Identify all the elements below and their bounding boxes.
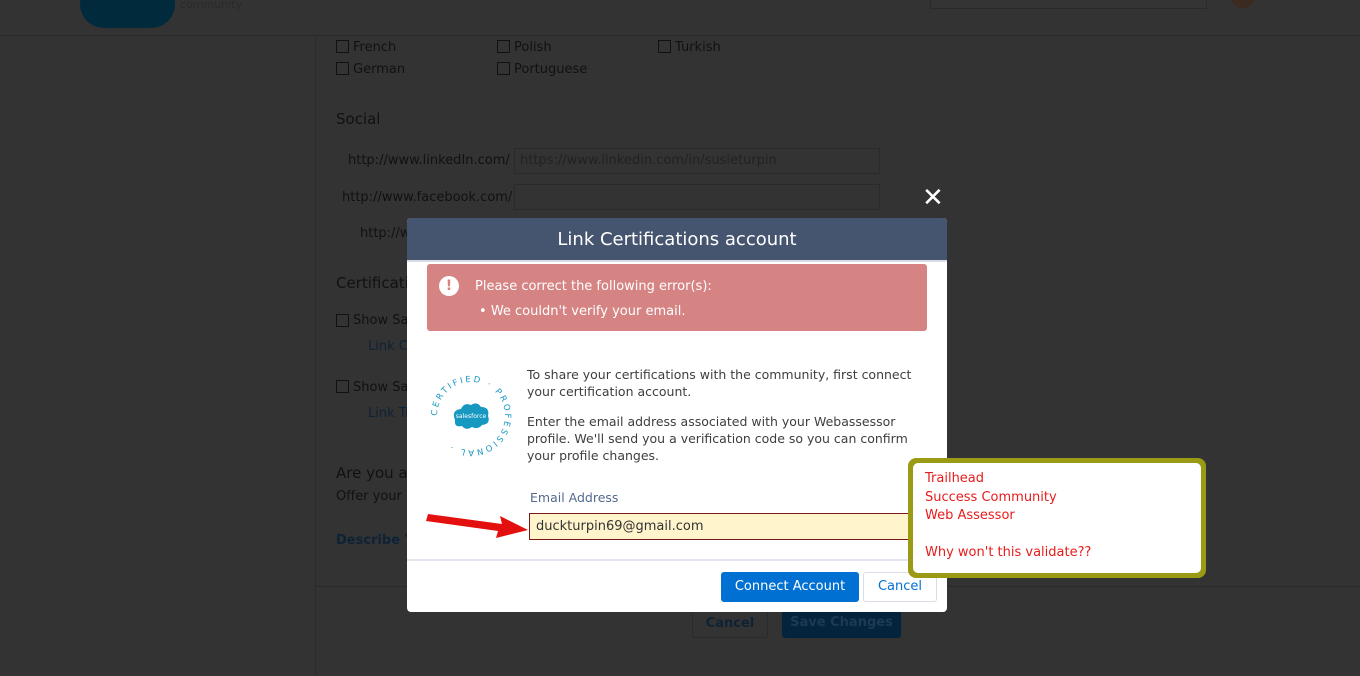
label-polish: Polish bbox=[514, 40, 552, 55]
expert-subtext: Offer your d bbox=[336, 489, 415, 504]
label-german: German bbox=[353, 62, 406, 77]
social-heading: Social bbox=[336, 110, 381, 128]
error-icon: ! bbox=[439, 276, 459, 296]
show-trail-label: Show Sal bbox=[353, 380, 413, 395]
linkedin-input[interactable]: https://www.linkedin.com/in/susieturpin bbox=[514, 148, 880, 174]
save-changes-button[interactable]: Save Changes bbox=[782, 608, 901, 638]
logo-subtitle: community bbox=[180, 0, 243, 11]
label-french: French bbox=[353, 40, 397, 55]
description-email: Enter the email address associated with … bbox=[527, 414, 908, 463]
link-certifications-modal: Link Certifications account ! Please cor… bbox=[407, 218, 947, 612]
salesforce-logo[interactable] bbox=[80, 0, 175, 28]
error-title: Please correct the following error(s): bbox=[475, 279, 712, 294]
page-cancel-button[interactable]: Cancel bbox=[692, 608, 768, 638]
label-turkish: Turkish bbox=[675, 40, 721, 55]
label-portuguese: Portuguese bbox=[514, 62, 588, 77]
show-cert-label: Show Sal bbox=[353, 313, 413, 328]
show-trail-checkbox[interactable] bbox=[336, 380, 349, 393]
svg-text:salesforce: salesforce bbox=[456, 413, 487, 420]
facebook-label: http://www.facebook.com/ bbox=[342, 190, 513, 205]
search-input[interactable] bbox=[930, 0, 1207, 9]
note-line: Web Assessor bbox=[925, 508, 1015, 523]
email-label: Email Address bbox=[530, 490, 619, 505]
red-arrow-icon bbox=[426, 514, 528, 538]
checkbox-french[interactable] bbox=[336, 40, 349, 53]
connect-account-button[interactable]: Connect Account bbox=[721, 572, 859, 602]
description-connect: To share your certifications with the co… bbox=[527, 367, 912, 399]
email-input[interactable]: duckturpin69@gmail.com bbox=[529, 513, 929, 540]
checkbox-portuguese[interactable] bbox=[497, 62, 510, 75]
checkbox-german[interactable] bbox=[336, 62, 349, 75]
error-alert: ! Please correct the following error(s):… bbox=[427, 264, 927, 331]
note-line bbox=[925, 526, 1189, 545]
link-trail-link[interactable]: Link Tr bbox=[368, 406, 410, 421]
certified-professional-badge-icon: CERTIFIED · PROFESSIONAL · salesforce bbox=[430, 375, 510, 457]
note-line: Trailhead bbox=[925, 471, 985, 486]
note-line: Why won't this validate?? bbox=[925, 545, 1092, 560]
linkedin-label: http://www.linkedIn.com/ bbox=[348, 153, 510, 168]
modal-title: Link Certifications account bbox=[407, 218, 947, 262]
close-icon[interactable]: ✕ bbox=[922, 185, 944, 211]
modal-footer: Connect Account Cancel bbox=[407, 559, 947, 612]
certifications-heading: Certificatio bbox=[336, 274, 419, 292]
note-line: Success Community bbox=[925, 489, 1057, 505]
modal-description: To share your certifications with the co… bbox=[527, 366, 932, 464]
third-social-label: http://w bbox=[360, 226, 411, 241]
annotation-note: Trailhead Success Community Web Assessor… bbox=[908, 458, 1206, 578]
checkbox-polish[interactable] bbox=[497, 40, 510, 53]
error-item: We couldn't verify your email. bbox=[490, 304, 686, 319]
checkbox-turkish[interactable] bbox=[658, 40, 671, 53]
show-cert-checkbox[interactable] bbox=[336, 314, 349, 327]
avatar[interactable] bbox=[1232, 0, 1254, 8]
top-header: community bbox=[0, 0, 1360, 36]
expert-heading: Are you a bbox=[336, 464, 408, 482]
facebook-input[interactable] bbox=[514, 184, 880, 210]
